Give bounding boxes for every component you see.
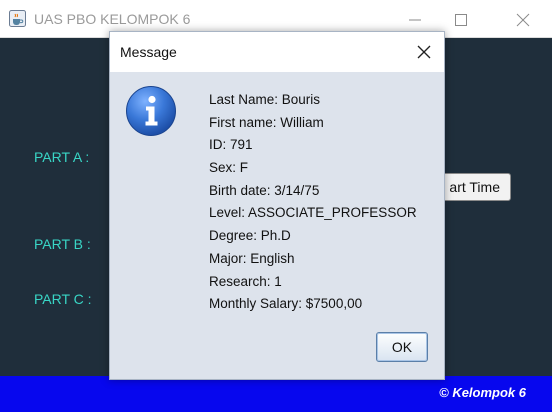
message-text: Last Name: Bouris First name: William ID… xyxy=(209,89,417,316)
window-title: UAS PBO KELOMPOK 6 xyxy=(34,11,191,27)
message-line-id: ID: 791 xyxy=(209,137,253,153)
message-line-major: Major: English xyxy=(209,250,295,266)
ok-button[interactable]: OK xyxy=(376,332,428,362)
message-line-research: Research: 1 xyxy=(209,273,282,289)
dialog-titlebar[interactable]: Message xyxy=(110,32,444,72)
message-line-birth-date: Birth date: 3/14/75 xyxy=(209,182,320,198)
minimize-icon xyxy=(409,19,421,21)
message-line-last-name: Last Name: Bouris xyxy=(209,92,321,107)
info-icon xyxy=(125,85,177,137)
message-dialog: Message Last Name: Bouris First name: Wi xyxy=(109,31,445,380)
message-line-monthly-salary: Monthly Salary: $7500,00 xyxy=(209,296,363,312)
close-icon xyxy=(417,45,431,59)
close-icon xyxy=(516,13,530,27)
footer-credit: © Kelompok 6 xyxy=(439,385,526,400)
java-cup-icon xyxy=(9,10,26,27)
window-close-button[interactable] xyxy=(500,0,546,38)
maximize-icon xyxy=(455,14,467,26)
message-line-degree: Degree: Ph.D xyxy=(209,228,291,244)
message-line-first-name: First name: William xyxy=(209,114,324,130)
part-c-label: PART C : xyxy=(34,291,92,307)
footer-bar: © Kelompok 6 xyxy=(0,376,552,412)
dialog-title: Message xyxy=(120,44,177,60)
dialog-close-button[interactable] xyxy=(412,40,436,64)
part-b-label: PART B : xyxy=(34,236,91,252)
part-a-label: PART A : xyxy=(34,149,90,165)
message-line-sex: Sex: F xyxy=(209,160,249,176)
message-line-level: Level: ASSOCIATE_PROFESSOR xyxy=(209,205,417,221)
